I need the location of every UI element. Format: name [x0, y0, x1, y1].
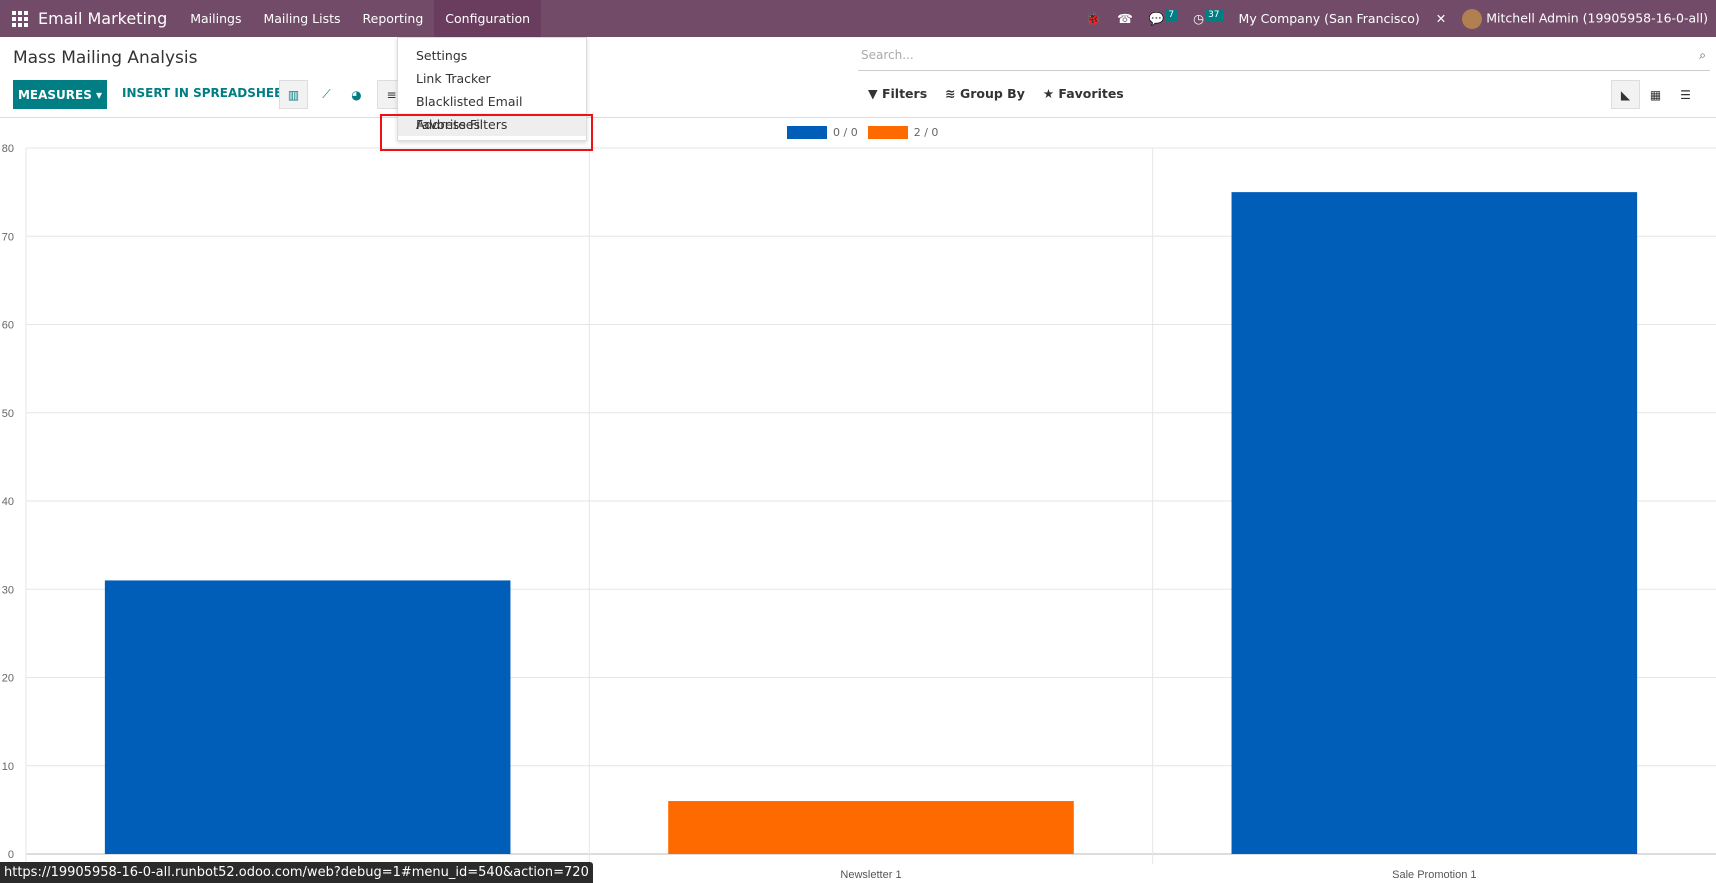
search-placeholder: Search...: [861, 48, 914, 62]
search-input[interactable]: Search... ⌕: [858, 44, 1710, 71]
menu-item-blacklisted[interactable]: Blacklisted Email Addresses: [398, 90, 586, 132]
pie-chart-icon[interactable]: ◕: [342, 80, 371, 109]
insert-spreadsheet-button[interactable]: INSERT IN SPREADSHEET: [122, 86, 291, 100]
x-tick-label: Sale Promotion 1: [1392, 869, 1476, 881]
bar-0-2: [1231, 192, 1638, 854]
menu-mailings[interactable]: Mailings: [179, 0, 252, 37]
page-title: Mass Mailing Analysis: [13, 48, 198, 68]
legend-label-0[interactable]: 0 / 0: [833, 126, 858, 139]
list-view-icon[interactable]: ☰: [1671, 80, 1700, 109]
chart-legend: 0 / 0 2 / 0: [787, 126, 938, 139]
y-tick-label: 40: [2, 496, 14, 508]
highlight-box: [380, 114, 593, 151]
group-by-label: Group By: [959, 86, 1025, 101]
debug-bug-icon[interactable]: 🐞: [1086, 11, 1102, 27]
user-name: Mitchell Admin (19905958-16-0-all): [1486, 10, 1708, 25]
messages-button[interactable]: 💬 7: [1148, 8, 1178, 27]
favorites-label: Favorites: [1058, 86, 1124, 101]
clock-icon: ◷: [1193, 11, 1205, 26]
legend-label-1[interactable]: 2 / 0: [914, 126, 939, 139]
measures-button[interactable]: MEASURES ▾: [13, 80, 107, 109]
bar-chart: 0 10 20 30 40 50 60 70 80 Newsletter 1 Sale Promot…: [2, 143, 1716, 881]
legend-swatch-0[interactable]: [787, 126, 827, 139]
user-menu[interactable]: Mitchell Admin (19905958-16-0-all): [1462, 8, 1708, 29]
favorites-button[interactable]: ★ Favorites: [1043, 86, 1124, 101]
y-tick-label: 0: [8, 849, 14, 861]
chat-icon: 💬: [1148, 10, 1165, 26]
y-tick-label: 50: [2, 408, 14, 420]
menu-configuration[interactable]: Configuration: [434, 0, 542, 37]
y-tick-label: 10: [2, 761, 14, 773]
tools-icon[interactable]: ✕: [1436, 11, 1446, 26]
y-tick-label: 20: [2, 673, 14, 685]
bar-1-1: [668, 801, 1074, 854]
activities-button[interactable]: ◷ 37: [1193, 9, 1223, 26]
group-by-button[interactable]: ≋ Group By: [945, 86, 1025, 101]
legend-swatch-1[interactable]: [867, 126, 908, 139]
company-switcher[interactable]: My Company (San Francisco): [1239, 11, 1420, 26]
top-navbar: Email Marketing Mailings Mailing Lists R…: [0, 0, 1716, 37]
phone-icon[interactable]: ☎: [1117, 11, 1133, 26]
bar-0-0: [104, 580, 511, 854]
pivot-view-icon[interactable]: ▦: [1641, 80, 1670, 109]
graph-view-icon[interactable]: ◣: [1611, 80, 1640, 109]
filters-button[interactable]: ▼ Filters: [868, 86, 927, 101]
avatar: [1462, 8, 1483, 29]
messages-badge: 7: [1165, 8, 1178, 21]
status-url-tooltip: https://19905958-16-0-all.runbot52.odoo.…: [0, 862, 593, 883]
activities-badge: 37: [1205, 9, 1223, 21]
app-brand[interactable]: Email Marketing: [38, 9, 167, 28]
y-tick-label: 60: [2, 320, 14, 332]
y-tick-label: 80: [2, 143, 14, 155]
x-tick-label: Newsletter 1: [840, 869, 901, 881]
measures-label: MEASURES: [17, 87, 92, 102]
y-tick-label: 70: [2, 231, 14, 243]
filters-label: Filters: [881, 86, 928, 101]
menu-item-link-tracker[interactable]: Link Tracker: [398, 67, 586, 90]
divider: [0, 117, 1716, 118]
search-icon[interactable]: ⌕: [1699, 44, 1706, 67]
menu-mailing-lists[interactable]: Mailing Lists: [252, 0, 351, 37]
menu-reporting[interactable]: Reporting: [352, 0, 435, 37]
bar-chart-icon[interactable]: ▥: [279, 80, 308, 109]
line-chart-icon[interactable]: ⟋: [312, 80, 341, 109]
menu-item-settings[interactable]: Settings: [398, 44, 586, 67]
apps-menu-icon[interactable]: [12, 10, 28, 27]
y-tick-label: 30: [2, 584, 14, 596]
